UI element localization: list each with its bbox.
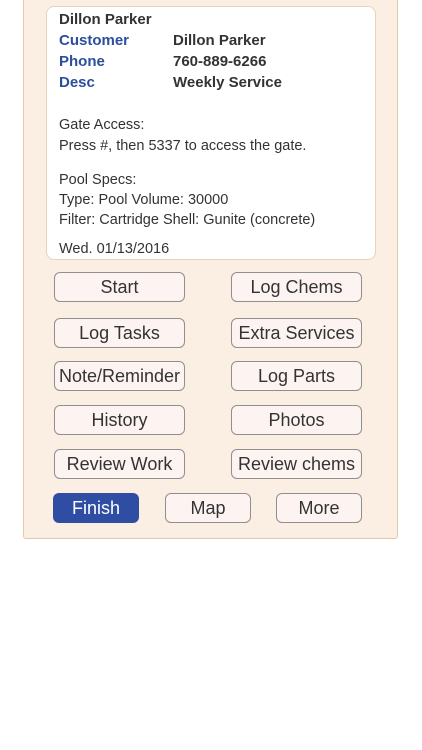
extra-services-button[interactable]: Extra Services <box>231 318 362 348</box>
customer-info-card: Dillon Parker Customer Dillon Parker Pho… <box>46 6 376 260</box>
desc-label: Desc <box>59 74 95 91</box>
customer-label: Customer <box>59 32 130 49</box>
gate-access-text: Press #, then 5337 to access the gate. <box>59 138 307 154</box>
more-button[interactable]: More <box>276 493 362 523</box>
service-date: Wed. 01/13/2016 <box>59 241 170 257</box>
gate-access-label: Gate Access: <box>59 117 145 133</box>
pool-filter-text: Filter: Cartridge Shell: Gunite (concret… <box>59 212 316 228</box>
review-work-button[interactable]: Review Work <box>54 449 185 479</box>
log-chems-button[interactable]: Log Chems <box>231 272 362 302</box>
pool-specs-label: Pool Specs: <box>59 172 137 188</box>
map-button[interactable]: Map <box>165 493 251 523</box>
desc-value: Weekly Service <box>173 74 282 91</box>
phone-value[interactable]: 760-889-6266 <box>173 53 266 70</box>
note-reminder-button[interactable]: Note/Reminder <box>54 361 185 391</box>
log-parts-button[interactable]: Log Parts <box>231 361 362 391</box>
customer-value: Dillon Parker <box>173 32 266 49</box>
pool-type-text: Type: Pool Volume: 30000 <box>59 192 229 208</box>
phone-label: Phone <box>59 53 105 70</box>
photos-button[interactable]: Photos <box>231 405 362 435</box>
service-panel: Dillon Parker Customer Dillon Parker Pho… <box>23 0 398 539</box>
customer-name-header: Dillon Parker <box>59 11 152 28</box>
finish-button[interactable]: Finish <box>53 493 139 523</box>
start-button[interactable]: Start <box>54 272 185 302</box>
review-chems-button[interactable]: Review chems <box>231 449 362 479</box>
log-tasks-button[interactable]: Log Tasks <box>54 318 185 348</box>
history-button[interactable]: History <box>54 405 185 435</box>
